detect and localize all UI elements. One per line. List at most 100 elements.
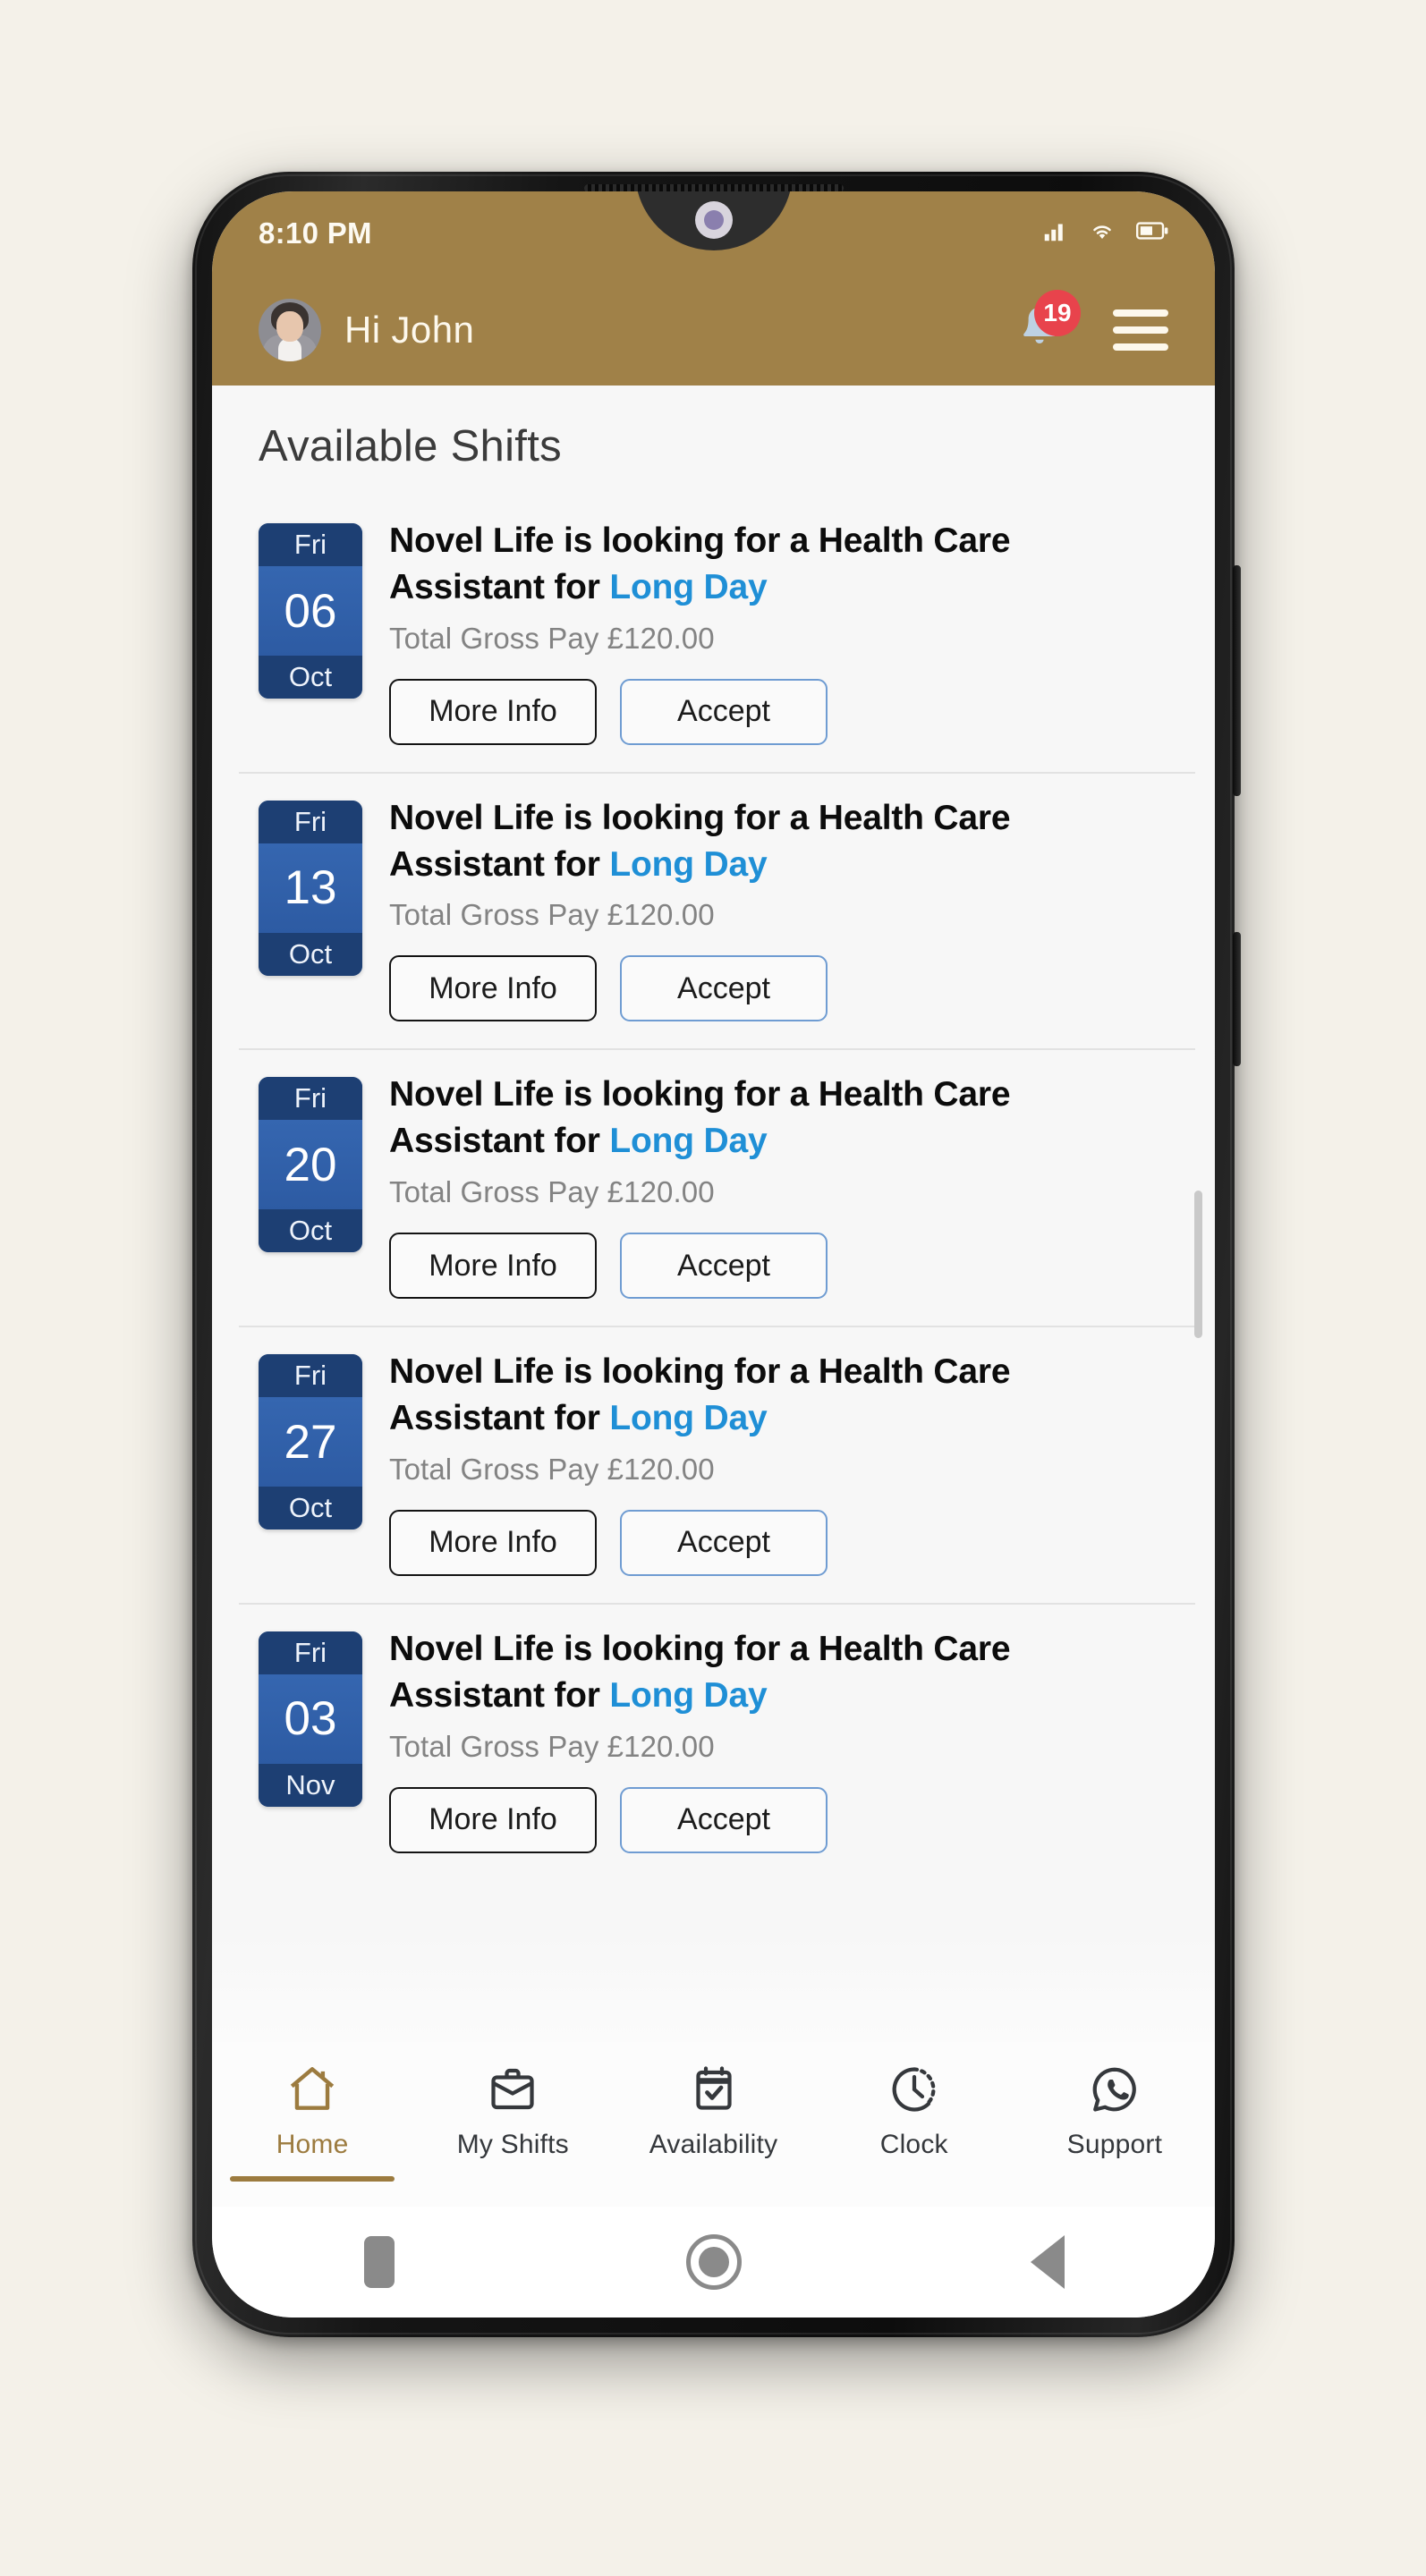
shift-title: Novel Life is looking for a Health Care …	[389, 795, 1174, 888]
more-info-button[interactable]: More Info	[389, 1509, 597, 1576]
more-info-button[interactable]: More Info	[389, 678, 597, 745]
shift-title: Novel Life is looking for a Health Care …	[389, 1072, 1174, 1165]
back-button[interactable]	[880, 2235, 1215, 2289]
shift-title: Novel Life is looking for a Health Care …	[389, 1349, 1174, 1442]
accept-button[interactable]: Accept	[620, 1233, 828, 1300]
main-content: Available Shifts Fri 06 Oct Novel Life is l…	[212, 386, 1215, 2042]
shift-pay: Total Gross Pay £120.00	[389, 898, 715, 932]
more-info-button[interactable]: More Info	[389, 1233, 597, 1300]
shift-type-label: Long Day	[609, 844, 768, 884]
shift-card[interactable]: Fri 03 Nov Novel Life is looking for a Heal…	[212, 1602, 1215, 1880]
shift-day-number: 27	[259, 1397, 362, 1487]
shift-day-of-week: Fri	[259, 800, 362, 843]
home-circle-icon	[685, 2234, 742, 2290]
whatsapp-support-icon	[1088, 2060, 1142, 2119]
phone-frame: 8:10 PM Hi John 19 Available Shifts Fri …	[192, 172, 1241, 2337]
shift-month: Oct	[259, 656, 362, 699]
power-button[interactable]	[1233, 932, 1241, 1066]
accept-button[interactable]: Accept	[620, 1786, 828, 1853]
shift-pay: Total Gross Pay £120.00	[389, 621, 715, 655]
nav-item-support[interactable]: Support	[1014, 2060, 1215, 2160]
shift-date-badge: Fri 03 Nov	[259, 1631, 362, 1807]
shift-date-badge: Fri 20 Oct	[259, 1077, 362, 1253]
shift-date-badge: Fri 13 Oct	[259, 800, 362, 976]
avatar[interactable]	[259, 299, 321, 361]
shift-pay: Total Gross Pay £120.00	[389, 1452, 715, 1486]
shift-day-number: 13	[259, 843, 362, 933]
hamburger-menu-icon[interactable]	[1113, 309, 1168, 351]
notifications-button[interactable]: 19	[1014, 290, 1081, 358]
shift-details: Novel Life is looking for a Health Care …	[389, 795, 1174, 1022]
shift-actions: More Info Accept	[389, 1786, 1174, 1853]
shift-day-number: 03	[259, 1674, 362, 1764]
shift-card[interactable]: Fri 13 Oct Novel Life is looking for a Heal…	[212, 771, 1215, 1049]
status-bar-time: 8:10 PM	[259, 216, 372, 250]
shift-details: Novel Life is looking for a Health Care …	[389, 1072, 1174, 1300]
shift-pay: Total Gross Pay £120.00	[389, 1729, 715, 1763]
back-triangle-icon	[1031, 2235, 1065, 2289]
nav-item-label: My Shifts	[456, 2130, 569, 2159]
shift-day-number: 20	[259, 1120, 362, 1210]
clock-icon	[887, 2060, 941, 2119]
shift-type-label: Long Day	[609, 1122, 768, 1161]
shift-card[interactable]: Fri 20 Oct Novel Life is looking for a Heal…	[212, 1048, 1215, 1326]
app-header: Hi John 19	[212, 275, 1215, 386]
notification-badge: 19	[1034, 290, 1081, 336]
shift-type-label: Long Day	[609, 567, 768, 606]
volume-button[interactable]	[1233, 565, 1241, 796]
shift-day-of-week: Fri	[259, 1077, 362, 1121]
status-bar-icons	[1041, 217, 1168, 249]
recents-button[interactable]	[212, 2236, 547, 2288]
shift-day-number: 06	[259, 566, 362, 656]
nav-item-label: Clock	[879, 2130, 948, 2159]
nav-item-label: Home	[276, 2130, 349, 2159]
calendar-check-icon	[687, 2060, 741, 2119]
available-shifts-list: Fri 06 Oct Novel Life is looking for a Heal…	[212, 495, 1215, 1880]
more-info-button[interactable]: More Info	[389, 955, 597, 1022]
home-button[interactable]	[547, 2234, 881, 2290]
nav-item-label: Support	[1066, 2130, 1163, 2159]
nav-item-availability[interactable]: Availability	[613, 2060, 813, 2160]
home-icon	[284, 2060, 340, 2119]
shift-month: Oct	[259, 1209, 362, 1253]
accept-button[interactable]: Accept	[620, 678, 828, 745]
shift-card[interactable]: Fri 06 Oct Novel Life is looking for a Heal…	[212, 495, 1215, 772]
shift-month: Oct	[259, 1487, 362, 1530]
nav-item-my-shifts[interactable]: My Shifts	[412, 2060, 613, 2160]
shift-date-badge: Fri 06 Oct	[259, 523, 362, 699]
wifi-icon	[1088, 217, 1116, 249]
shift-type-label: Long Day	[609, 1675, 768, 1715]
nav-item-clock[interactable]: Clock	[814, 2060, 1014, 2160]
shift-day-of-week: Fri	[259, 1631, 362, 1674]
front-camera-icon	[694, 201, 733, 239]
scrollbar-thumb[interactable]	[1194, 1191, 1202, 1338]
scrollbar[interactable]	[1194, 439, 1202, 1988]
status-bar: 8:10 PM	[212, 191, 1215, 275]
shift-day-of-week: Fri	[259, 523, 362, 566]
shift-pay: Total Gross Pay £120.00	[389, 1175, 715, 1209]
shift-month: Oct	[259, 932, 362, 976]
shift-actions: More Info Accept	[389, 955, 1174, 1022]
briefcase-icon	[486, 2060, 539, 2119]
header-actions: 19	[1014, 290, 1168, 358]
nav-item-home[interactable]: Home	[212, 2060, 412, 2182]
list-bottom-fade	[212, 1935, 1215, 2042]
shift-title: Novel Life is looking for a Health Care …	[389, 1626, 1174, 1719]
greeting-text: Hi John	[344, 309, 475, 351]
shift-card[interactable]: Fri 27 Oct Novel Life is looking for a Heal…	[212, 1326, 1215, 1603]
page-title: Available Shifts	[259, 422, 562, 470]
shift-actions: More Info Accept	[389, 1233, 1174, 1300]
accept-button[interactable]: Accept	[620, 955, 828, 1022]
nav-item-label: Availability	[649, 2130, 778, 2159]
bottom-navigation: Home My Shifts Availability Clock Support	[212, 2042, 1215, 2207]
shift-actions: More Info Accept	[389, 1509, 1174, 1576]
more-info-button[interactable]: More Info	[389, 1786, 597, 1853]
shift-title: Novel Life is looking for a Health Care …	[389, 518, 1174, 611]
shift-actions: More Info Accept	[389, 678, 1174, 745]
accept-button[interactable]: Accept	[620, 1509, 828, 1576]
active-tab-indicator	[230, 2176, 395, 2182]
shift-details: Novel Life is looking for a Health Care …	[389, 1626, 1174, 1853]
phone-screen: 8:10 PM Hi John 19 Available Shifts Fri …	[212, 191, 1215, 2318]
shift-month: Nov	[259, 1763, 362, 1807]
shift-details: Novel Life is looking for a Health Care …	[389, 1349, 1174, 1576]
